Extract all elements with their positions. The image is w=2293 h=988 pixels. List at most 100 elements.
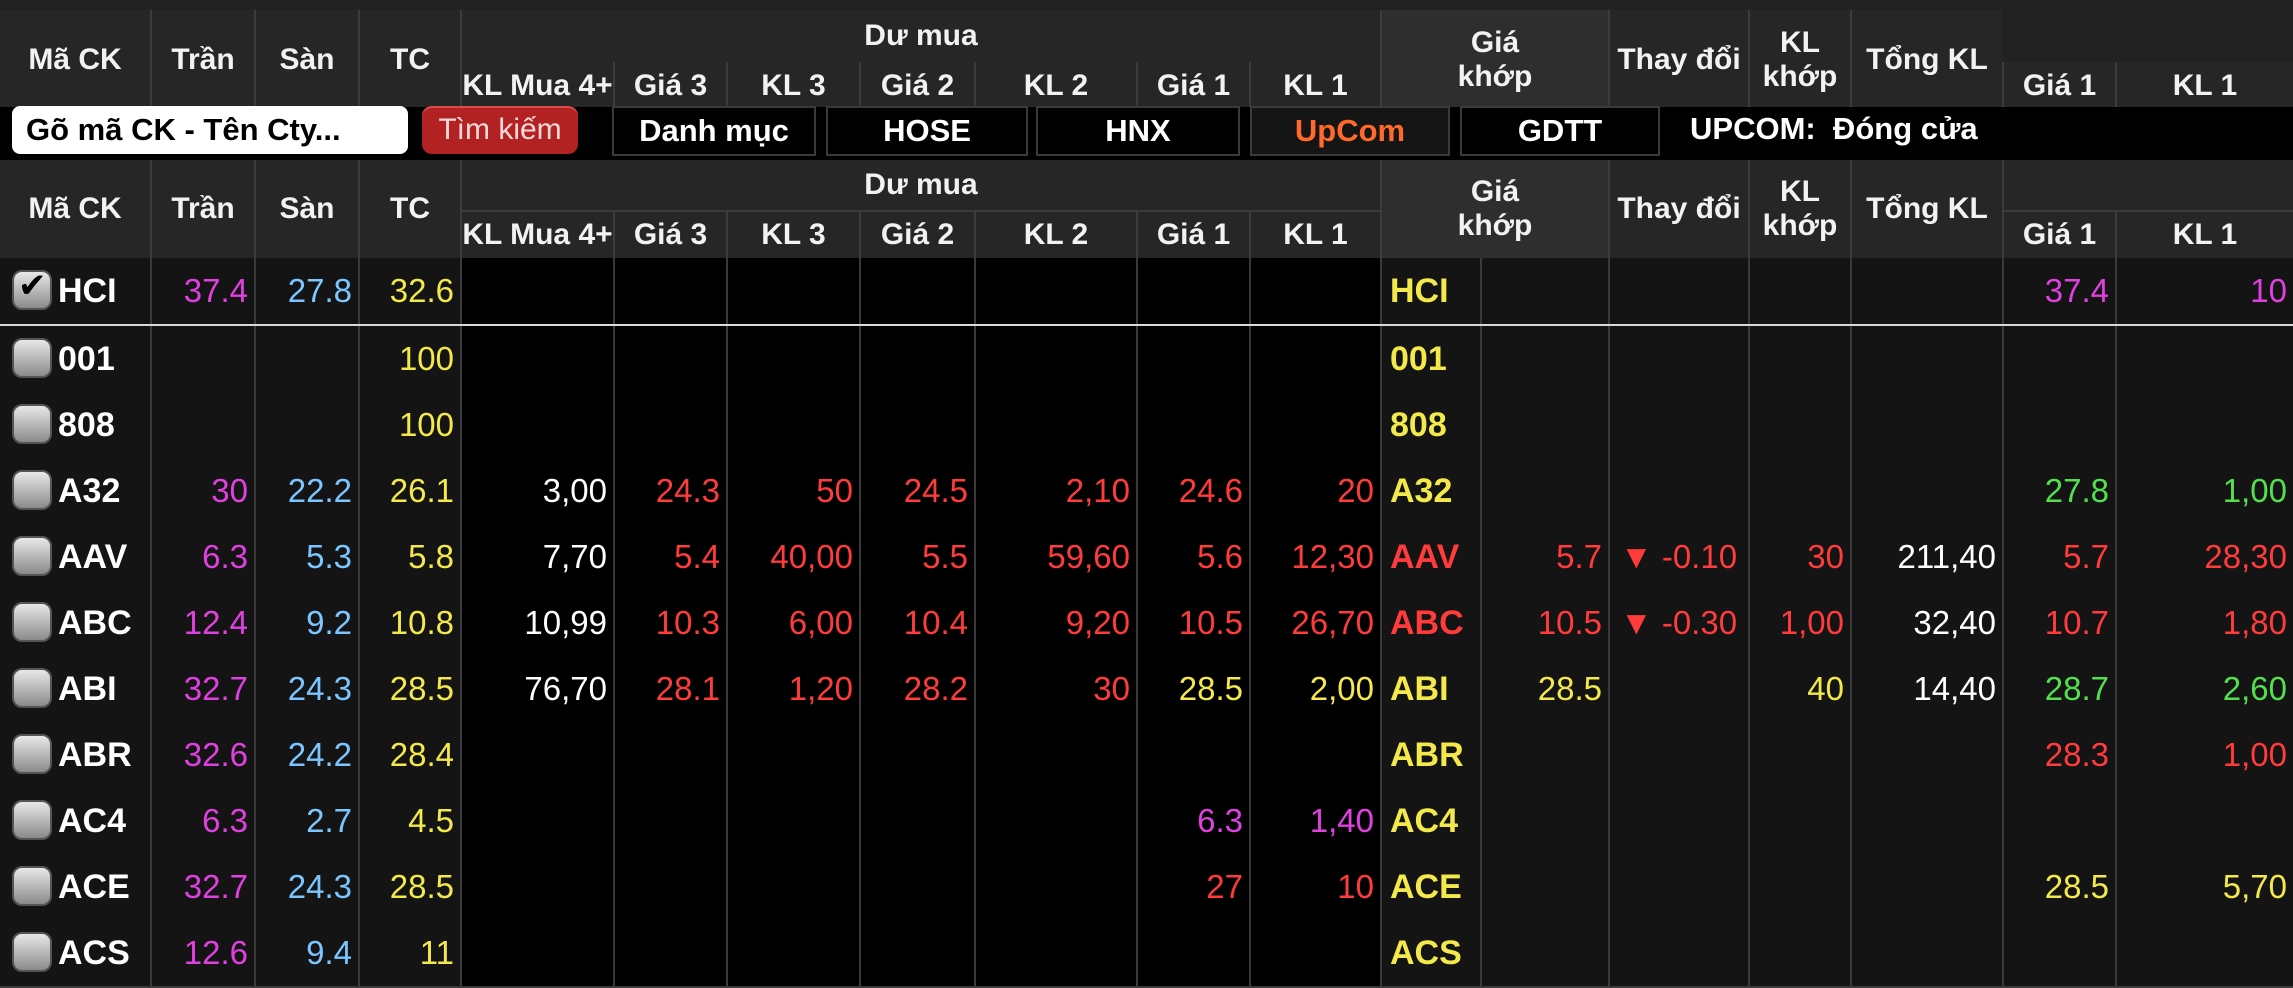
cell-sym2: ACS	[1380, 920, 1480, 986]
table-row[interactable]: ACE 32.7 24.3 28.5 27 10 ACE 28.5 5,70	[0, 854, 2293, 920]
cell-tran: 12.6	[150, 920, 254, 986]
tab-hose[interactable]: HOSE	[826, 106, 1028, 156]
cell-tran: 32.7	[150, 854, 254, 920]
column-divider	[1480, 258, 1482, 324]
column-divider	[974, 920, 976, 986]
cell-g2: 24.5	[859, 458, 974, 524]
column-divider	[859, 656, 861, 722]
col-ban-gia1[interactable]: Giá 1	[2002, 210, 2115, 258]
tab-upcom[interactable]: UpCom	[1250, 106, 1450, 156]
column-divider	[613, 326, 615, 392]
column-divider	[974, 524, 976, 590]
column-divider	[1608, 524, 1610, 590]
column-divider	[2002, 524, 2004, 590]
column-divider	[726, 920, 728, 986]
table-row[interactable]: 808 100 808	[0, 392, 2293, 458]
cell-g3	[613, 788, 726, 854]
column-divider	[460, 854, 462, 920]
row-checkbox[interactable]	[12, 932, 52, 972]
col-kl1[interactable]: KL 1	[1249, 210, 1380, 258]
row-checkbox[interactable]	[12, 404, 52, 444]
row-checkbox[interactable]	[12, 266, 52, 310]
cell-kl2	[974, 788, 1136, 854]
row-checkbox[interactable]	[12, 734, 52, 774]
tab-hnx[interactable]: HNX	[1036, 106, 1240, 156]
column-divider	[1748, 788, 1750, 854]
cell-san: 5.3	[254, 524, 358, 590]
cell-kl1: 12,30	[1249, 524, 1380, 590]
cell-tc: 28.5	[358, 854, 460, 920]
column-divider	[254, 920, 256, 986]
column-divider	[1136, 524, 1138, 590]
cell-td	[1608, 656, 1748, 722]
col-san[interactable]: Sàn	[254, 160, 358, 258]
search-button[interactable]: Tìm kiếm	[422, 106, 578, 154]
cell-klm4: 3,00	[460, 458, 613, 524]
row-checkbox[interactable]	[12, 800, 52, 840]
table-row[interactable]: ABC 12.4 9.2 10.8 10,99 10.3 6,00 10.4 9,20 10.5 2…	[0, 590, 2293, 656]
col-tc[interactable]: TC	[358, 160, 460, 258]
cell-kl1	[1249, 392, 1380, 458]
col-kl2[interactable]: KL 2	[974, 210, 1136, 258]
col-gia1[interactable]: Giá 1	[1136, 210, 1249, 258]
column-divider	[2002, 326, 2004, 392]
column-divider	[1748, 258, 1750, 324]
column-divider	[613, 920, 615, 986]
col-thay-doi[interactable]: Thay đổi	[1608, 160, 1748, 258]
tab-danh-muc[interactable]: Danh mục	[612, 106, 816, 156]
cell-sym2: AAV	[1380, 524, 1480, 590]
cell-kl1	[1249, 722, 1380, 788]
column-divider	[974, 788, 976, 854]
cell-bg1: 5.7	[2002, 524, 2115, 590]
cell-klk	[1748, 458, 1850, 524]
column-divider	[613, 258, 615, 324]
search-input[interactable]: Gõ mã CK - Tên Cty...	[12, 106, 408, 154]
row-checkbox[interactable]	[12, 602, 52, 642]
cell-gk	[1480, 722, 1608, 788]
cell-tran	[150, 392, 254, 458]
row-checkbox[interactable]	[12, 866, 52, 906]
column-divider	[2115, 722, 2117, 788]
table-row[interactable]: HCI 37.4 27.8 32.6 HCI 37.4 10	[0, 258, 2293, 324]
cell-gk: 5.7	[1480, 524, 1608, 590]
column-divider	[1748, 326, 1750, 392]
col-kl-khop[interactable]: KL khớp	[1748, 160, 1850, 258]
row-checkbox[interactable]	[12, 338, 52, 378]
row-checkbox[interactable]	[12, 470, 52, 510]
cell-bkl1	[2115, 920, 2293, 986]
cell-bkl1	[2115, 326, 2293, 392]
row-checkbox[interactable]	[12, 668, 52, 708]
cell-kl3	[726, 258, 859, 324]
table-row[interactable]: AAV 6.3 5.3 5.8 7,70 5.4 40,00 5.5 59,60 5.6 12,30…	[0, 524, 2293, 590]
col-gia3[interactable]: Giá 3	[613, 210, 726, 258]
col-gia-khop[interactable]: Giá khớp	[1380, 160, 1608, 258]
col-gia2[interactable]: Giá 2	[859, 210, 974, 258]
table-row[interactable]: ACS 12.6 9.4 11 ACS	[0, 920, 2293, 986]
table-row[interactable]: ABI 32.7 24.3 28.5 76,70 28.1 1,20 28.2 30 28.5 2,…	[0, 656, 2293, 722]
col-kl-mua4[interactable]: KL Mua 4+	[460, 210, 613, 258]
cell-g1: 6.3	[1136, 788, 1249, 854]
col-ma-ck[interactable]: Mã CK	[0, 160, 150, 258]
col-kl3[interactable]: KL 3	[726, 210, 859, 258]
cell-san: 24.3	[254, 656, 358, 722]
cell-bkl1: 1,00	[2115, 722, 2293, 788]
row-checkbox[interactable]	[12, 536, 52, 576]
column-divider	[859, 854, 861, 920]
table-row[interactable]: ABR 32.6 24.2 28.4 ABR 28.3 1,00	[0, 722, 2293, 788]
column-divider	[859, 326, 861, 392]
cell-bg1	[2002, 392, 2115, 458]
table-row[interactable]: 001 100 001	[0, 326, 2293, 392]
tab-gdtt[interactable]: GDTT	[1460, 106, 1660, 156]
col-tong-kl[interactable]: Tổng KL	[1850, 160, 2002, 258]
column-divider	[1608, 854, 1610, 920]
cell-kl3: 6,00	[726, 590, 859, 656]
table-row[interactable]: A32 30 22.2 26.1 3,00 24.3 50 24.5 2,10 24.6 20 A32…	[0, 458, 2293, 524]
cell-klk	[1748, 392, 1850, 458]
col-ban-kl1[interactable]: KL 1	[2115, 210, 2293, 258]
col-tran[interactable]: Trần	[150, 160, 254, 258]
table-row[interactable]: AC4 6.3 2.7 4.5 6.3 1,40 AC4	[0, 788, 2293, 854]
column-divider	[726, 458, 728, 524]
cell-td: ▼ -0.10	[1608, 524, 1748, 590]
cell-kl3	[726, 854, 859, 920]
column-divider	[1136, 392, 1138, 458]
